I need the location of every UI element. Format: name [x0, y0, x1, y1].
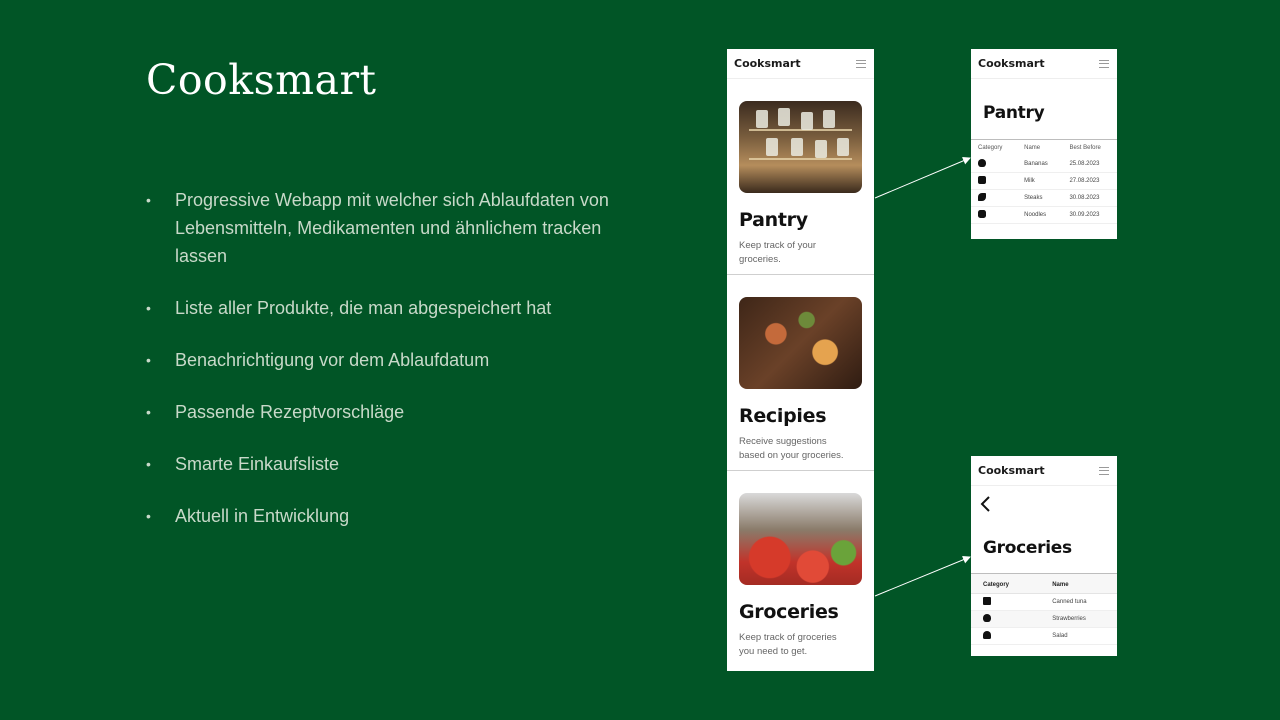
- card-description: Keep track of groceries you need to get.: [739, 632, 837, 657]
- milk-icon: [978, 176, 986, 184]
- market-produce-image: [739, 493, 862, 585]
- grain-icon: [978, 210, 986, 218]
- card-title: Pantry: [739, 209, 808, 231]
- feature-item: • Aktuell in Entwicklung: [146, 502, 651, 530]
- app-name: Cooksmart: [978, 464, 1045, 477]
- table-row[interactable]: Canned tuna: [971, 593, 1117, 611]
- column-header: Name: [1024, 145, 1041, 151]
- app-name: Cooksmart: [978, 57, 1045, 70]
- table-row[interactable]: Salad: [971, 627, 1117, 645]
- vegetable-icon: [983, 631, 991, 639]
- table-row[interactable]: Bananas 25.08.2023: [971, 156, 1117, 173]
- feature-item: • Smarte Einkaufsliste: [146, 450, 651, 478]
- arrow-to-groceries: [874, 555, 971, 597]
- app-header: Cooksmart: [971, 49, 1117, 79]
- app-header: Cooksmart: [727, 49, 874, 79]
- card-description: Receive suggestions based on your grocer…: [739, 436, 844, 461]
- card-title: Groceries: [739, 601, 839, 623]
- fruit-icon: [983, 614, 991, 622]
- fruit-icon: [978, 159, 986, 167]
- table-row[interactable]: Noodles 30.09.2023: [971, 207, 1117, 224]
- pantry-table: Category Name Best Before Bananas 25.08.…: [971, 140, 1117, 224]
- bullet-icon: •: [146, 456, 151, 472]
- feature-item: • Benachrichtigung vor dem Ablaufdatum: [146, 346, 651, 374]
- screen-title: Pantry: [983, 103, 1045, 123]
- arrow-to-pantry: [874, 157, 971, 199]
- card-groceries[interactable]: Groceries Keep track of groceries you ne…: [727, 471, 874, 667]
- slide-title: Cooksmart: [146, 56, 377, 104]
- table-row[interactable]: Strawberries: [971, 611, 1117, 628]
- screen-title: Groceries: [983, 538, 1072, 558]
- card-recipes[interactable]: Recipies Receive suggestions based on yo…: [727, 275, 874, 471]
- card-pantry[interactable]: Pantry Keep track of your groceries.: [727, 79, 874, 275]
- back-arrow-icon[interactable]: [979, 496, 991, 512]
- phone-home-screen: Cooksmart Pantry Keep track of your groc…: [727, 49, 874, 671]
- bullet-icon: •: [146, 192, 151, 208]
- app-header: Cooksmart: [971, 456, 1117, 486]
- hamburger-menu-icon[interactable]: [1099, 466, 1109, 475]
- pantry-shelves-image: [739, 101, 862, 193]
- hamburger-menu-icon[interactable]: [1099, 59, 1109, 68]
- feature-item: • Liste aller Produkte, die man abgespeic…: [146, 294, 651, 322]
- column-header: Best Before: [1069, 145, 1101, 151]
- can-icon: [983, 597, 991, 605]
- bullet-icon: •: [146, 508, 151, 524]
- bullet-icon: •: [146, 352, 151, 368]
- food-platter-image: [739, 297, 862, 389]
- column-header: Name: [1052, 582, 1069, 588]
- bullet-icon: •: [146, 300, 151, 316]
- feature-item: • Progressive Webapp mit welcher sich Abl…: [146, 186, 651, 270]
- meat-icon: [978, 193, 986, 201]
- phone-groceries-screen: Cooksmart Groceries Category Name Canned…: [971, 456, 1117, 656]
- card-title: Recipies: [739, 405, 827, 427]
- app-name: Cooksmart: [734, 57, 801, 70]
- phone-pantry-screen: Cooksmart Pantry Category Name Best Befo…: [971, 49, 1117, 239]
- table-row[interactable]: Milk 27.08.2023: [971, 173, 1117, 190]
- feature-item: • Passende Rezeptvorschläge: [146, 398, 651, 426]
- groceries-table: Category Name Canned tuna Strawberries S…: [971, 574, 1117, 645]
- feature-list: • Progressive Webapp mit welcher sich Abl…: [146, 186, 651, 554]
- column-header: Category: [978, 145, 1003, 151]
- column-header: Category: [983, 582, 1010, 588]
- table-row[interactable]: Steaks 30.08.2023: [971, 190, 1117, 207]
- bullet-icon: •: [146, 404, 151, 420]
- hamburger-menu-icon[interactable]: [856, 59, 866, 68]
- card-description: Keep track of your groceries.: [739, 240, 817, 265]
